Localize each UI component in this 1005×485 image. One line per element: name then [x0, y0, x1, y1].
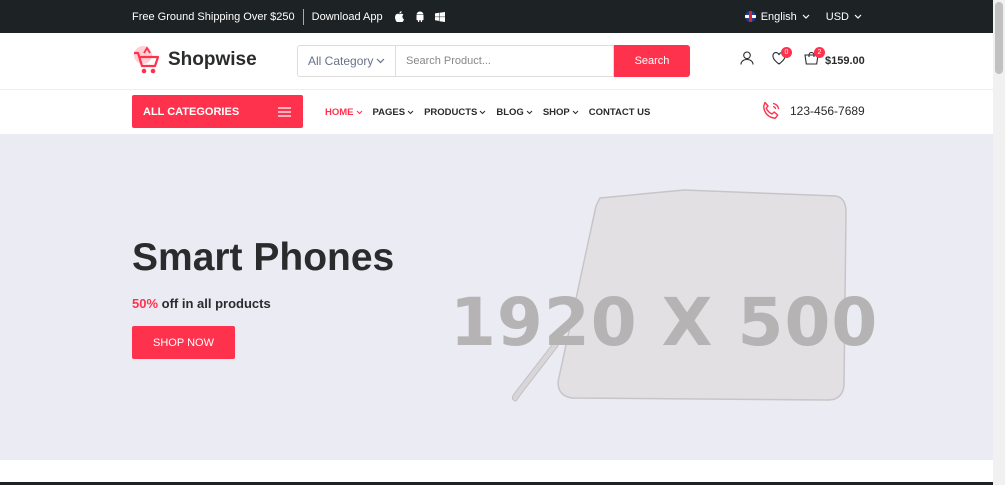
uk-flag-icon	[744, 11, 756, 22]
search-button[interactable]: Search	[614, 45, 690, 77]
language-label: English	[760, 10, 797, 23]
hero-title: Smart Phones	[132, 236, 395, 279]
phone-contact[interactable]: 123-456-7689	[760, 100, 865, 122]
category-select[interactable]: All Category	[297, 45, 395, 77]
android-icon[interactable]	[415, 11, 425, 22]
chevron-down-icon	[356, 110, 362, 114]
shop-now-button[interactable]: SHOP NOW	[132, 326, 235, 359]
hero-subtitle-text: off in all products	[158, 296, 271, 311]
user-icon[interactable]	[740, 51, 754, 70]
search-input[interactable]	[395, 45, 614, 77]
nav-item-label: SHOP	[542, 106, 570, 118]
phone-icon	[763, 101, 780, 119]
cart-total[interactable]: $159.00	[825, 55, 865, 67]
apple-icon[interactable]	[394, 11, 405, 22]
nav-item-products[interactable]: PRODUCTS	[424, 107, 486, 118]
nav-item-home[interactable]: HOME	[325, 107, 363, 118]
search-bar: All Category Search	[297, 45, 690, 77]
chevron-down-icon	[376, 58, 385, 64]
phone-number: 123-456-7689	[790, 104, 865, 118]
nav-item-label: BLOG	[496, 106, 524, 118]
shopping-cart-logo-icon	[134, 46, 160, 74]
chevron-down-icon	[572, 110, 579, 114]
all-categories-button[interactable]: ALL CATEGORIES	[132, 95, 303, 128]
logo-text: Shopwise	[168, 49, 257, 70]
placeholder-dimension-text: 1920 X 500	[450, 284, 879, 361]
hero-subtitle: 50% off in all products	[132, 296, 271, 311]
chevron-down-icon	[526, 110, 533, 114]
main-menu: HOME PAGES PRODUCTS BLOG SHOP CONTACT US	[325, 90, 660, 134]
nav-item-label: HOME	[325, 106, 354, 118]
nav-item-contact-us[interactable]: CONTACT US	[589, 107, 651, 118]
currency-label: USD	[825, 10, 849, 23]
all-categories-label: ALL CATEGORIES	[143, 105, 240, 118]
category-select-value: All Category	[308, 54, 374, 68]
shipping-text: Free Ground Shipping Over $250	[132, 10, 295, 23]
scrollbar-thumb[interactable]	[995, 2, 1003, 74]
header-icons: 0 2 $159.00	[740, 46, 865, 70]
hero-discount: 50%	[132, 296, 159, 311]
navigation-bar: ALL CATEGORIES HOME PAGES PRODUCTS BLOG …	[0, 90, 993, 134]
chevron-down-icon	[407, 110, 414, 114]
nav-item-blog[interactable]: BLOG	[496, 106, 533, 118]
nav-item-shop[interactable]: SHOP	[543, 107, 579, 118]
cart-icon[interactable]: 2	[804, 46, 825, 70]
nav-item-label: PRODUCTS	[424, 106, 478, 118]
windows-icon[interactable]	[434, 11, 445, 22]
chevron-down-icon	[802, 14, 810, 19]
hero-banner: 1920 X 500 Smart Phones 50% off in all p…	[0, 134, 993, 460]
nav-item-label: CONTACT US	[588, 106, 651, 118]
cart-count-badge: 2	[814, 46, 825, 58]
wishlist-count-badge: 0	[781, 46, 792, 58]
main-header: Shopwise All Category Search 0 2 $159.00	[0, 33, 993, 90]
nav-item-label: PAGES	[372, 106, 406, 118]
hamburger-menu-icon	[278, 106, 291, 117]
nav-item-pages[interactable]: PAGES	[373, 107, 415, 118]
chevron-down-icon	[480, 110, 486, 114]
language-dropdown[interactable]: English	[744, 10, 810, 23]
chevron-down-icon	[854, 14, 862, 19]
wishlist-heart-icon[interactable]: 0	[772, 46, 792, 70]
currency-dropdown[interactable]: USD	[826, 11, 862, 23]
top-bar: Free Ground Shipping Over $250 Download …	[0, 0, 993, 33]
logo[interactable]: Shopwise	[132, 44, 257, 76]
download-app-text: Download App	[311, 10, 383, 23]
divider	[302, 8, 304, 25]
vertical-scrollbar[interactable]	[993, 0, 1005, 485]
